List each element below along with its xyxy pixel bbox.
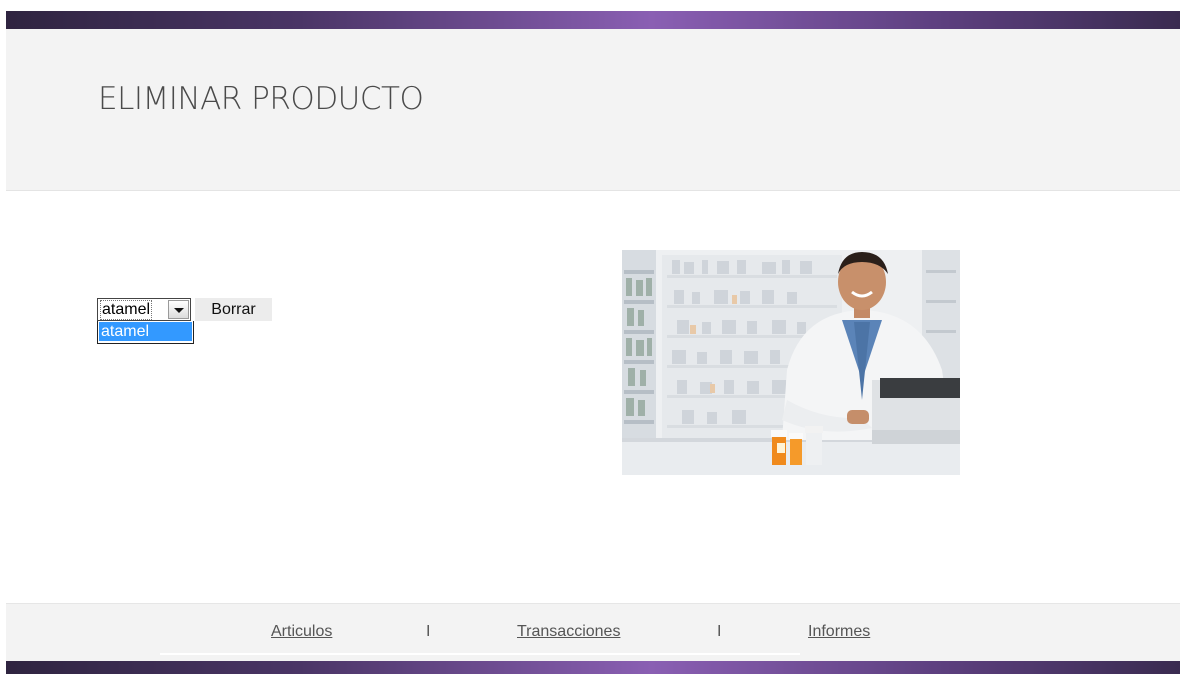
product-select[interactable]: atamel xyxy=(97,298,191,321)
delete-button[interactable]: Borrar xyxy=(195,298,272,321)
product-dropdown-list: atamel xyxy=(97,321,194,344)
bottom-accent-bar xyxy=(6,661,1180,674)
footer-divider xyxy=(160,653,800,655)
delete-product-form: atamel Borrar atamel xyxy=(97,298,297,358)
product-select-value: atamel xyxy=(99,300,153,320)
nav-separator: I xyxy=(426,623,431,640)
footer-nav: Articulos I Transacciones I Informes xyxy=(6,603,1180,662)
dropdown-option-atamel[interactable]: atamel xyxy=(99,322,192,341)
nav-link-articulos[interactable]: Articulos xyxy=(271,623,332,641)
top-accent-bar xyxy=(6,11,1180,29)
nav-link-transacciones[interactable]: Transacciones xyxy=(517,623,620,641)
page-title: ELIMINAR PRODUCTO xyxy=(98,81,424,117)
page: ELIMINAR PRODUCTO atamel Borrar atamel A… xyxy=(0,0,1180,674)
nav-link-informes[interactable]: Informes xyxy=(808,623,870,641)
nav-separator: I xyxy=(717,623,722,640)
page-header: ELIMINAR PRODUCTO xyxy=(6,29,1180,191)
pharmacist-photo xyxy=(622,250,960,475)
chevron-down-icon[interactable] xyxy=(168,300,189,319)
